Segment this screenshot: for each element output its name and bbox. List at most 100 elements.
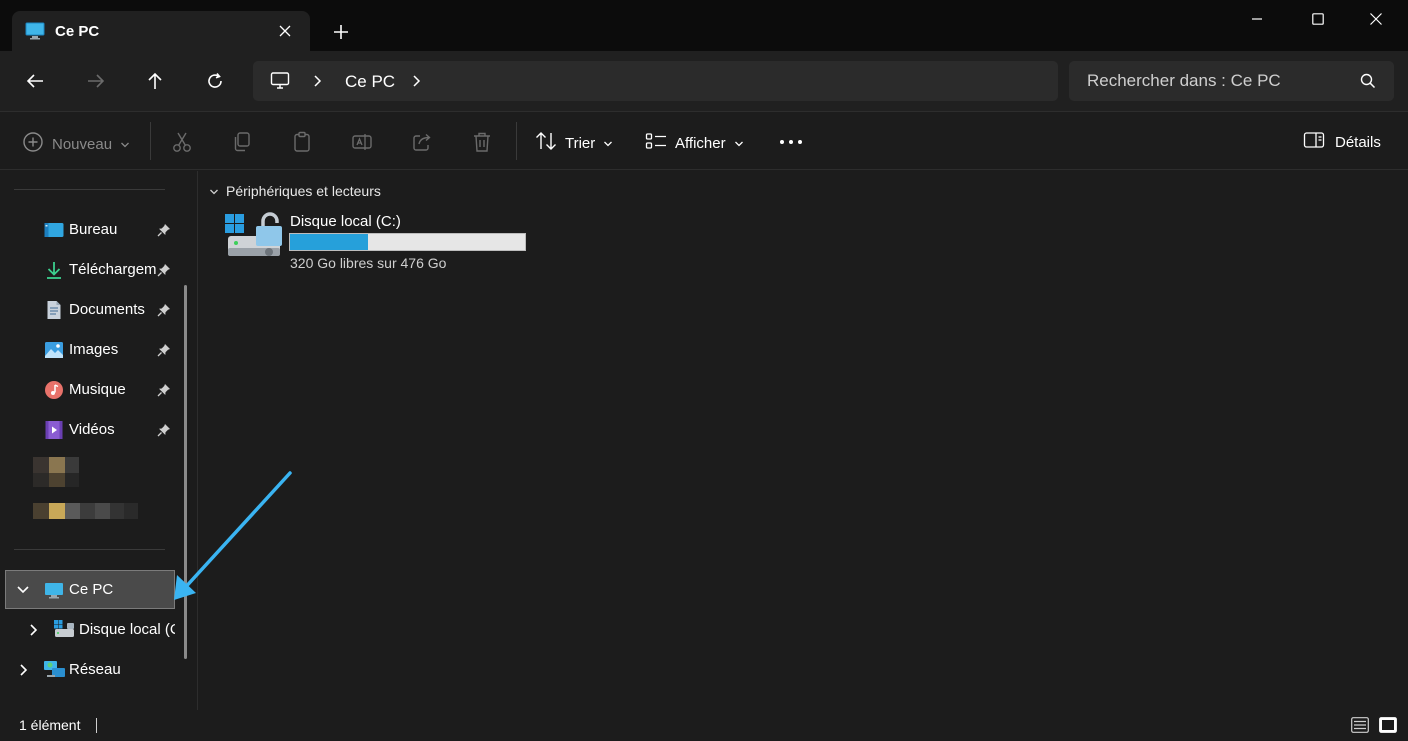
pin-icon[interactable]: [157, 423, 171, 440]
blurred-folder-item: [33, 457, 79, 487]
pin-icon[interactable]: [157, 263, 171, 280]
up-icon[interactable]: [142, 68, 168, 94]
sidebar-item-musique[interactable]: Musique: [0, 372, 178, 408]
sidebar-item-label: Documents: [69, 301, 145, 318]
tiles-view-icon[interactable]: [1378, 715, 1398, 735]
chevron-down-icon[interactable]: [16, 583, 30, 597]
delete-icon[interactable]: [471, 131, 493, 153]
desktop-icon: [44, 220, 64, 240]
chevron-right-icon[interactable]: [312, 74, 322, 91]
tab-title: Ce PC: [55, 23, 100, 40]
back-icon[interactable]: [22, 68, 48, 94]
drive-name: Disque local (C:): [290, 213, 401, 230]
sort-icon: [535, 131, 557, 155]
view-label: Afficher: [675, 134, 726, 152]
divider: [14, 189, 165, 190]
image-icon: [44, 340, 64, 360]
view-button[interactable]: Afficher: [645, 131, 744, 155]
chevron-down-icon: [603, 135, 613, 152]
new-label: Nouveau: [52, 135, 113, 153]
maximize-icon[interactable]: [1306, 8, 1330, 30]
new-button[interactable]: Nouveau: [22, 131, 130, 157]
pin-icon[interactable]: [157, 383, 171, 400]
video-icon: [44, 420, 64, 440]
content-pane: Périphériques et lecteurs Disque local (…: [199, 171, 1408, 710]
chevron-down-icon: [120, 136, 130, 153]
search-box: [1069, 61, 1394, 101]
view-list-icon: [645, 131, 667, 155]
close-window-icon[interactable]: [1364, 8, 1388, 30]
sidebar-item-label: Vidéos: [69, 421, 115, 438]
sidebar-item-label: Ce PC: [69, 581, 114, 598]
details-view-icon[interactable]: [1350, 715, 1370, 735]
more-options-icon[interactable]: [778, 131, 804, 153]
search-icon[interactable]: [1360, 73, 1376, 92]
sidebar-item-label: Musique: [69, 381, 126, 398]
sort-label: Trier: [565, 134, 596, 152]
sidebar-item-telechargements[interactable]: Téléchargements: [0, 252, 178, 288]
divider: [516, 122, 517, 160]
drive-item-c[interactable]: Disque local (C:) 320 Go libres sur 476 …: [225, 211, 535, 273]
cut-icon[interactable]: [171, 131, 193, 153]
details-pane-icon: [1303, 131, 1325, 153]
title-bar: Ce PC: [0, 0, 1408, 51]
address-bar[interactable]: Ce PC: [253, 61, 1058, 101]
close-tab-icon[interactable]: [275, 21, 295, 41]
share-icon[interactable]: [411, 131, 433, 153]
music-icon: [44, 380, 64, 400]
sidebar-item-videos[interactable]: Vidéos: [0, 412, 178, 448]
rename-icon[interactable]: [351, 131, 373, 153]
drive-usage-fill: [290, 234, 368, 250]
refresh-icon[interactable]: [202, 68, 228, 94]
copy-icon[interactable]: [231, 131, 253, 153]
drive-icon: [54, 619, 76, 642]
command-bar: Nouveau Trier Afficher Détails: [0, 112, 1408, 170]
sidebar-item-ce-pc[interactable]: Ce PC: [5, 570, 175, 609]
sort-button[interactable]: Trier: [535, 131, 613, 155]
divider: [14, 549, 165, 550]
monitor-icon: [44, 580, 64, 603]
group-title: Périphériques et lecteurs: [226, 183, 381, 199]
sidebar-item-label: Images: [69, 341, 119, 358]
pin-icon[interactable]: [157, 223, 171, 240]
minimize-icon[interactable]: [1245, 8, 1269, 30]
new-tab-icon[interactable]: [329, 20, 353, 44]
blurred-folder-item: [33, 503, 138, 519]
network-icon: [44, 660, 66, 683]
sidebar-item-label: Bureau: [69, 221, 118, 238]
group-header-devices[interactable]: Périphériques et lecteurs: [209, 183, 381, 199]
search-input[interactable]: [1069, 61, 1349, 101]
tab-ce-pc[interactable]: Ce PC: [12, 11, 310, 51]
details-button[interactable]: Détails: [1303, 131, 1381, 153]
sidebar-item-reseau[interactable]: Réseau: [0, 652, 178, 688]
chevron-down-icon: [209, 183, 219, 199]
document-icon: [44, 300, 64, 320]
download-icon: [44, 260, 64, 280]
divider: [150, 122, 151, 160]
sidebar-item-bureau[interactable]: Bureau: [0, 212, 178, 248]
paste-icon[interactable]: [291, 131, 313, 153]
pin-icon[interactable]: [157, 343, 171, 360]
navigation-pane: Bureau Téléchargements Documents Images: [0, 171, 198, 710]
breadcrumb[interactable]: Ce PC: [345, 72, 395, 92]
sidebar-item-documents[interactable]: Documents: [0, 292, 178, 328]
sidebar-item-label: Disque local (C:): [79, 621, 175, 638]
chevron-down-icon: [734, 135, 744, 152]
sidebar-item-disque-local[interactable]: Disque local (C:): [0, 612, 178, 648]
drive-usage-bar: [289, 233, 526, 251]
sidebar-item-label: Téléchargements: [69, 261, 157, 278]
chevron-right-icon[interactable]: [411, 74, 421, 91]
item-count: 1 élément: [19, 717, 81, 733]
plus-circle-icon: [22, 131, 44, 157]
status-bar: 1 élément: [0, 710, 1408, 741]
drive-icon: [225, 212, 283, 263]
chevron-right-icon[interactable]: [16, 663, 30, 677]
chevron-right-icon[interactable]: [26, 623, 40, 637]
pin-icon[interactable]: [157, 303, 171, 320]
drive-free-space: 320 Go libres sur 476 Go: [290, 255, 447, 271]
sidebar-item-label: Réseau: [69, 661, 121, 678]
monitor-icon: [25, 22, 45, 43]
monitor-outline-icon: [270, 71, 290, 94]
sidebar-item-images[interactable]: Images: [0, 332, 178, 368]
forward-icon[interactable]: [83, 68, 109, 94]
